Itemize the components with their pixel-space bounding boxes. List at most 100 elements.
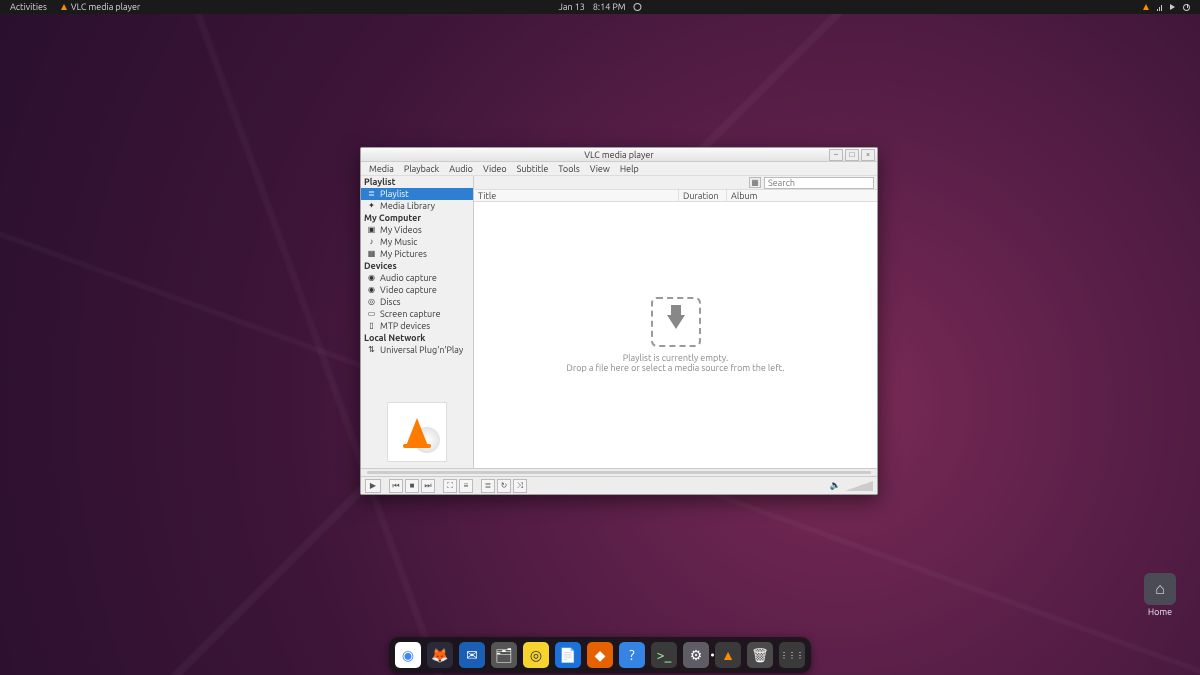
playback-controls: ▶ ⏮ ■ ⏭ ⛶ ≡ ≣ ↻ ⤨ 🔈 — [361, 476, 877, 494]
appmenu-label: VLC media player — [71, 2, 140, 12]
dock-firefox[interactable]: 🦊 — [427, 642, 453, 668]
prev-button[interactable]: ⏮ — [389, 479, 403, 493]
sidebar-item-label: MTP devices — [380, 320, 430, 332]
discs-icon: ◎ — [367, 298, 376, 307]
menu-view[interactable]: View — [586, 164, 614, 174]
playlist-empty-drop-zone[interactable]: Playlist is currently empty. Drop a file… — [474, 202, 877, 468]
mtp-devices-icon: ▯ — [367, 322, 376, 331]
play-button[interactable]: ▶ — [365, 479, 381, 493]
sidebar-item-my-videos[interactable]: ▣My Videos — [361, 224, 473, 236]
sidebar-section-header: Local Network — [361, 332, 473, 344]
column-title[interactable]: Title — [474, 190, 679, 201]
sidebar-item-label: Discs — [380, 296, 401, 308]
menu-video[interactable]: Video — [479, 164, 511, 174]
clock[interactable]: Jan 13 8:14 PM — [558, 2, 641, 12]
drop-icon — [651, 297, 701, 347]
sidebar-item-label: Audio capture — [380, 272, 437, 284]
dock-apps[interactable]: ⋮⋮⋮ — [779, 642, 805, 668]
loop-button[interactable]: ↻ — [497, 479, 511, 493]
sidebar-item-universal-plug-n-play[interactable]: ⇅ Universal Plug'n'Play — [361, 344, 473, 356]
menu-playback[interactable]: Playback — [400, 164, 443, 174]
dock-help[interactable]: ? — [619, 642, 645, 668]
close-button[interactable]: × — [861, 149, 875, 161]
sidebar-section-header: My Computer — [361, 212, 473, 224]
dock-files[interactable]: 🗂 — [491, 642, 517, 668]
audio-capture-icon: ◉ — [367, 274, 376, 283]
vlc-window: VLC media player – □ × Media Playback Au… — [360, 147, 878, 495]
window-title: VLC media player — [584, 150, 653, 160]
sidebar-item-my-pictures[interactable]: ▦ My Pictures — [361, 248, 473, 260]
shuffle-button[interactable]: ⤨ — [513, 479, 527, 493]
desktop-home-label: Home — [1138, 607, 1182, 617]
sidebar-section-header: Playlist — [361, 176, 473, 188]
menu-subtitle[interactable]: Subtitle — [513, 164, 553, 174]
dock-software[interactable]: ◆ — [587, 642, 613, 668]
system-tray[interactable] — [1143, 4, 1200, 11]
volume-slider[interactable] — [845, 481, 873, 491]
desktop-home-icon[interactable]: ⌂ Home — [1138, 573, 1182, 617]
my-music-icon: ♪ — [367, 238, 376, 247]
dock-chrome[interactable]: ◉ — [395, 642, 421, 668]
column-duration[interactable]: Duration — [679, 190, 727, 201]
time-label: 8:14 PM — [593, 2, 626, 12]
menu-media[interactable]: Media — [365, 164, 398, 174]
sidebar-item-mtp-devices[interactable]: ▯ MTP devices — [361, 320, 473, 332]
universal-plug-n-play-icon: ⇅ — [367, 346, 376, 355]
sidebar-item-discs[interactable]: ◎ Discs — [361, 296, 473, 308]
sidebar-item-playlist[interactable]: ≣Playlist — [361, 188, 473, 200]
view-mode-button[interactable]: ▦ — [749, 177, 761, 188]
video-capture-icon: ◉ — [367, 286, 376, 295]
appmenu-button[interactable]: VLC media player — [61, 2, 140, 12]
volume-icon — [1170, 4, 1175, 10]
dock-settings[interactable]: ⚙ — [683, 642, 709, 668]
media-library-icon: ✦ — [367, 202, 376, 211]
my-videos-icon: ▣ — [367, 226, 376, 235]
next-button[interactable]: ⏭ — [421, 479, 435, 493]
sidebar-item-label: My Music — [380, 236, 417, 248]
menu-audio[interactable]: Audio — [445, 164, 477, 174]
titlebar[interactable]: VLC media player – □ × — [361, 148, 877, 162]
date-label: Jan 13 — [558, 2, 584, 12]
activities-button[interactable]: Activities — [10, 2, 47, 12]
menu-help[interactable]: Help — [616, 164, 643, 174]
seek-bar[interactable] — [361, 468, 877, 476]
top-panel: Activities VLC media player Jan 13 8:14 … — [0, 0, 1200, 14]
home-icon: ⌂ — [1144, 573, 1176, 605]
fullscreen-button[interactable]: ⛶ — [443, 479, 457, 493]
empty-line-1: Playlist is currently empty. — [623, 353, 728, 363]
playlist-button[interactable]: ≣ — [481, 479, 495, 493]
sidebar-item-audio-capture[interactable]: ◉ Audio capture — [361, 272, 473, 284]
dock: ◉🦊✉🗂◎📄◆?>_⚙▲🗑⋮⋮⋮ — [389, 637, 811, 673]
sidebar-item-video-capture[interactable]: ◉ Video capture — [361, 284, 473, 296]
sidebar-item-screen-capture[interactable]: ▭Screen capture — [361, 308, 473, 320]
album-art — [361, 396, 473, 468]
dock-trash[interactable]: 🗑 — [747, 642, 773, 668]
dock-thunderbird[interactable]: ✉ — [459, 642, 485, 668]
sidebar-item-label: Universal Plug'n'Play — [380, 344, 463, 356]
sidebar: Playlist≣Playlist✦Media LibraryMy Comput… — [361, 176, 474, 468]
vlc-tray-icon — [1143, 4, 1149, 10]
dock-rhythmbox[interactable]: ◎ — [523, 642, 549, 668]
playlist-pane: ▦ Title Duration Album Playlist is curre… — [474, 176, 877, 468]
power-icon — [1183, 4, 1190, 11]
mute-button[interactable]: 🔈 — [830, 480, 841, 491]
column-album[interactable]: Album — [727, 190, 877, 201]
maximize-button[interactable]: □ — [845, 149, 859, 161]
dock-terminal[interactable]: >_ — [651, 642, 677, 668]
extended-settings-button[interactable]: ≡ — [459, 479, 473, 493]
my-pictures-icon: ▦ — [367, 250, 376, 259]
sidebar-item-label: My Pictures — [380, 248, 427, 260]
notification-icon — [634, 3, 642, 11]
dock-vlc[interactable]: ▲ — [715, 642, 741, 668]
dock-writer[interactable]: 📄 — [555, 642, 581, 668]
stop-button[interactable]: ■ — [405, 479, 419, 493]
menubar: Media Playback Audio Video Subtitle Tool… — [361, 162, 877, 176]
search-input[interactable] — [764, 177, 874, 189]
vlc-cone-icon — [406, 418, 428, 446]
sidebar-item-media-library[interactable]: ✦Media Library — [361, 200, 473, 212]
sidebar-item-label: Video capture — [380, 284, 437, 296]
sidebar-item-my-music[interactable]: ♪ My Music — [361, 236, 473, 248]
network-icon — [1157, 4, 1162, 11]
menu-tools[interactable]: Tools — [554, 164, 583, 174]
minimize-button[interactable]: – — [829, 149, 843, 161]
